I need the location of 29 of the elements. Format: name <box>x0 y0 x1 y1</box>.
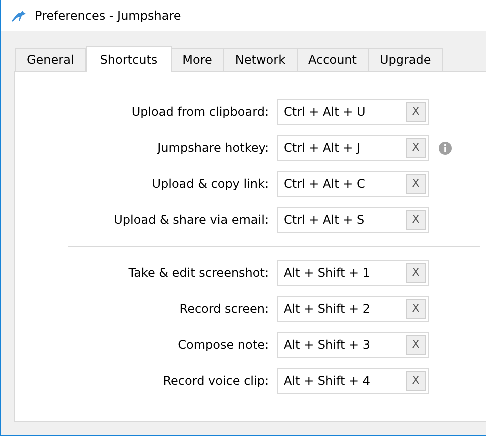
shortcut-label: Upload from clipboard: <box>130 104 269 121</box>
shortcut-field[interactable]: Alt + Shift + 4 X <box>277 368 429 394</box>
tab[interactable]: Shortcuts <box>86 46 172 72</box>
tab[interactable]: General <box>15 48 86 71</box>
kangaroo-icon <box>11 10 27 22</box>
shortcut-label: Jumpshare hotkey: <box>156 140 269 157</box>
clear-button[interactable]: X <box>406 174 426 194</box>
clear-button[interactable]: X <box>406 102 426 122</box>
shortcut-label: Upload & share via email: <box>113 212 269 229</box>
shortcut-field[interactable]: Ctrl + Alt + U X <box>277 99 429 125</box>
shortcut-field[interactable]: Ctrl + Alt + S X <box>277 207 429 233</box>
shortcut-field[interactable]: Ctrl + Alt + J X <box>277 135 429 161</box>
clear-button[interactable]: X <box>406 371 426 391</box>
clear-button[interactable]: X <box>406 299 426 319</box>
shortcut-label: Take & edit screenshot: <box>128 265 269 282</box>
clear-button[interactable]: X <box>406 335 426 355</box>
shortcut-label: Record screen: <box>178 301 269 318</box>
clear-button[interactable]: X <box>406 210 426 230</box>
shortcut-field[interactable]: Alt + Shift + 2 X <box>277 296 429 322</box>
shortcut-label: Upload & copy link: <box>151 176 269 193</box>
shortcut-field[interactable]: Ctrl + Alt + C X <box>277 171 429 197</box>
shortcut-label: Record voice clip: <box>162 373 269 390</box>
clear-button[interactable]: X <box>406 138 426 158</box>
clear-button[interactable]: X <box>406 263 426 283</box>
tab[interactable]: Upgrade <box>368 48 444 71</box>
shortcut-field[interactable]: Alt + Shift + 1 X <box>277 260 429 286</box>
window-title: Preferences - Jumpshare <box>35 8 182 24</box>
shortcut-label: Compose note: <box>177 337 269 354</box>
shortcut-field[interactable]: Alt + Shift + 3 X <box>277 332 429 358</box>
